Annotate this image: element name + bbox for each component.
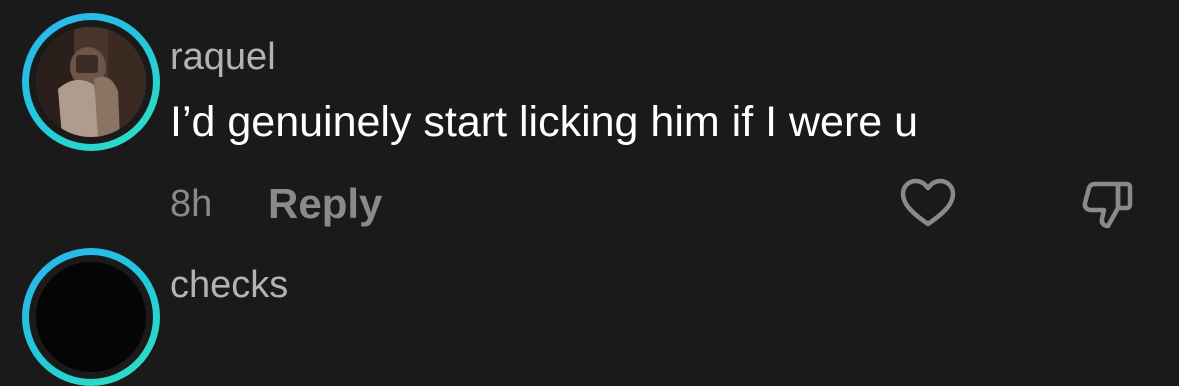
avatar[interactable] [22, 13, 160, 151]
like-button[interactable] [898, 176, 958, 232]
comment-username[interactable]: raquel [170, 34, 276, 80]
comment-item: raquel I’d genuinely start licking him i… [0, 0, 1179, 240]
heart-outline-icon [900, 178, 956, 227]
dislike-button[interactable] [1078, 176, 1138, 232]
comment-text: I’d genuinely start licking him if I wer… [170, 98, 919, 146]
comment-username[interactable]: checks [170, 262, 288, 308]
thumbs-down-outline-icon [1082, 181, 1133, 229]
avatar-photo [36, 27, 146, 137]
avatar-photo [36, 262, 146, 372]
avatar[interactable] [22, 248, 160, 386]
reply-button[interactable]: Reply [268, 180, 382, 228]
comment-timestamp: 8h [170, 183, 213, 225]
comment-item: checks [0, 240, 1179, 386]
avatar-image [36, 27, 146, 137]
